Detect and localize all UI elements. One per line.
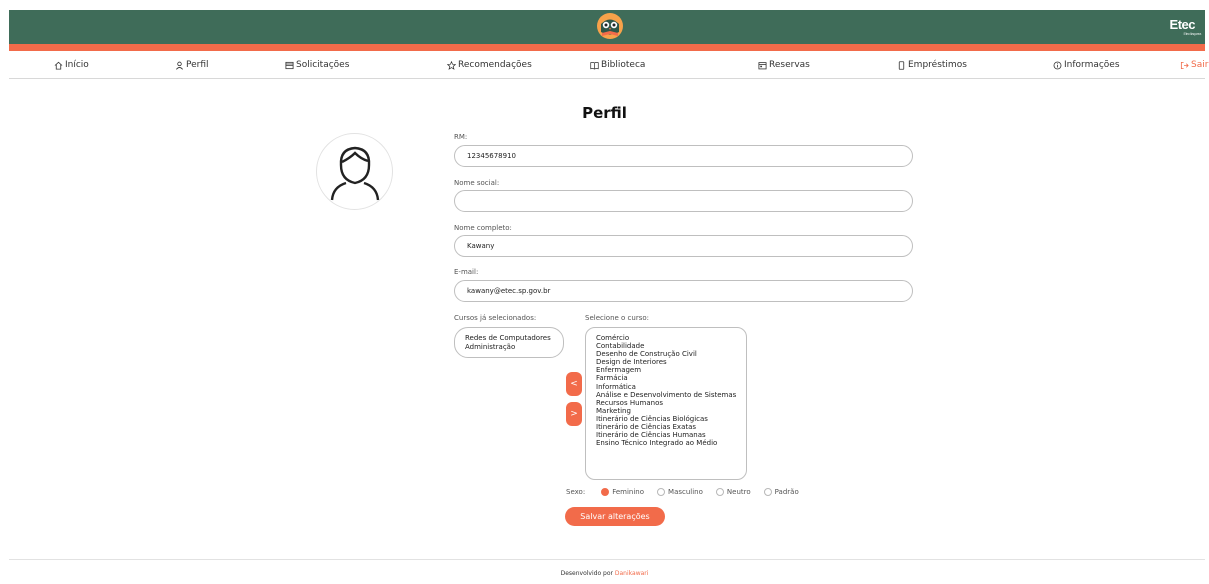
- user-avatar-icon: [330, 146, 379, 200]
- etec-brand-subtext: Etec Itaquera: [1183, 31, 1202, 36]
- nav-label: Solicitações: [296, 60, 350, 70]
- footer-divider: [9, 559, 1205, 560]
- move-course-left-button[interactable]: <: [566, 372, 582, 396]
- nav-item-recomendacoes[interactable]: Recomendações: [447, 60, 532, 70]
- course-option[interactable]: Marketing: [596, 407, 746, 415]
- move-course-right-button[interactable]: >: [566, 402, 582, 426]
- course-option[interactable]: Itinerário de Ciências Humanas: [596, 431, 746, 439]
- main-nav: Início Perfil Solicitações Recomendações…: [9, 51, 1208, 79]
- social-name-field[interactable]: [454, 190, 913, 212]
- course-option[interactable]: Itinerário de Ciências Biológicas: [596, 415, 746, 423]
- email-field[interactable]: kawany@etec.sp.gov.br: [454, 280, 913, 302]
- sex-label: Sexo:: [566, 488, 586, 496]
- nav-item-reservas[interactable]: Reservas: [758, 60, 810, 70]
- nav-item-perfil[interactable]: Perfil: [175, 60, 209, 70]
- nav-label: Perfil: [186, 60, 209, 70]
- course-select-list[interactable]: Comércio Contabilidade Desenho de Constr…: [585, 327, 747, 480]
- footer: Desenvolvido por Danikawari: [0, 570, 1209, 577]
- course-select-label: Selecione o curso:: [585, 314, 650, 322]
- rm-label: RM:: [454, 133, 468, 141]
- course-option[interactable]: Enfermagem: [596, 366, 746, 374]
- radio-dot[interactable]: [601, 488, 610, 496]
- page-title: Perfil: [582, 104, 627, 122]
- selected-course-item[interactable]: Administração: [465, 343, 563, 352]
- radio-label: Padrão: [774, 488, 799, 496]
- nav-item-solicitacoes[interactable]: Solicitações: [285, 60, 349, 70]
- nav-label: Sair: [1191, 60, 1209, 70]
- footer-developer-link[interactable]: Danikawari: [615, 570, 649, 577]
- user-icon: [176, 61, 183, 70]
- save-button[interactable]: Salvar alterações: [565, 507, 665, 526]
- course-option[interactable]: Ensino Técnico Integrado ao Médio: [596, 439, 746, 447]
- nav-label: Recomendações: [458, 60, 532, 70]
- etec-brand: Etec Etec Itaquera: [1169, 17, 1202, 36]
- course-option[interactable]: Farmácia: [596, 374, 746, 382]
- footer-prefix: Desenvolvido por: [560, 570, 615, 577]
- course-option[interactable]: Itinerário de Ciências Exatas: [596, 423, 746, 431]
- nav-label: Início: [65, 60, 89, 70]
- owl-book-icon[interactable]: [596, 12, 624, 40]
- info-icon: [1053, 61, 1062, 69]
- course-option[interactable]: Desenho de Construção Civil: [596, 350, 746, 358]
- course-option[interactable]: Design de Interiores: [596, 358, 746, 366]
- nav-item-biblioteca[interactable]: Biblioteca: [590, 60, 645, 70]
- inbox-icon: [285, 61, 294, 69]
- sex-radio-masculino[interactable]: Masculino: [657, 488, 703, 496]
- etec-brand-text: Etec: [1169, 17, 1196, 32]
- calendar-icon: [758, 61, 767, 69]
- full-name-field[interactable]: Kawany: [454, 235, 913, 257]
- social-name-label: Nome social:: [454, 179, 500, 187]
- course-option[interactable]: Contabilidade: [596, 342, 746, 350]
- avatar[interactable]: [316, 133, 393, 210]
- sex-radio-feminino[interactable]: Feminino: [601, 488, 644, 496]
- radio-label: Masculino: [668, 488, 703, 496]
- selected-course-item[interactable]: Redes de Computadores: [465, 334, 563, 343]
- nav-label: Biblioteca: [601, 60, 646, 70]
- nav-label: Informações: [1064, 60, 1120, 70]
- rm-field[interactable]: 12345678910: [454, 145, 913, 167]
- radio-label: Feminino: [612, 488, 645, 496]
- logout-icon: [1180, 61, 1189, 69]
- star-icon: [447, 60, 456, 70]
- nav-item-inicio[interactable]: Início: [54, 60, 89, 70]
- nav-item-informacoes[interactable]: Informações: [1053, 60, 1120, 70]
- course-option[interactable]: Informática: [596, 383, 746, 391]
- email-label: E-mail:: [454, 268, 479, 276]
- home-icon: [54, 61, 63, 70]
- course-option[interactable]: Recursos Humanos: [596, 399, 746, 407]
- sex-radio-group: Sexo: Feminino Masculino Neutro Padrão: [566, 488, 812, 496]
- radio-label: Neutro: [726, 488, 751, 496]
- radio-dot[interactable]: [715, 488, 724, 496]
- nav-label: Empréstimos: [908, 60, 967, 70]
- selected-courses-label: Cursos já selecionados:: [454, 314, 537, 322]
- chevron-left-icon: <: [570, 379, 578, 389]
- book-bookmark-icon: [898, 60, 905, 70]
- sex-radio-padrao[interactable]: Padrão: [763, 488, 799, 496]
- selected-courses-list[interactable]: Redes de Computadores Administração: [454, 327, 564, 358]
- radio-dot[interactable]: [657, 488, 666, 496]
- chevron-right-icon: >: [570, 409, 578, 419]
- sex-radio-neutro[interactable]: Neutro: [715, 488, 751, 496]
- course-option[interactable]: Análise e Desenvolvimento de Sistemas: [596, 391, 746, 399]
- full-name-label: Nome completo:: [454, 224, 512, 232]
- nav-item-emprestimos[interactable]: Empréstimos: [897, 60, 967, 70]
- radio-dot[interactable]: [763, 488, 772, 496]
- course-option[interactable]: Comércio: [596, 334, 746, 342]
- nav-label: Reservas: [769, 60, 810, 70]
- accent-stripe: [9, 44, 1205, 51]
- nav-item-sair[interactable]: Sair: [1180, 60, 1208, 70]
- book-icon: [590, 61, 599, 70]
